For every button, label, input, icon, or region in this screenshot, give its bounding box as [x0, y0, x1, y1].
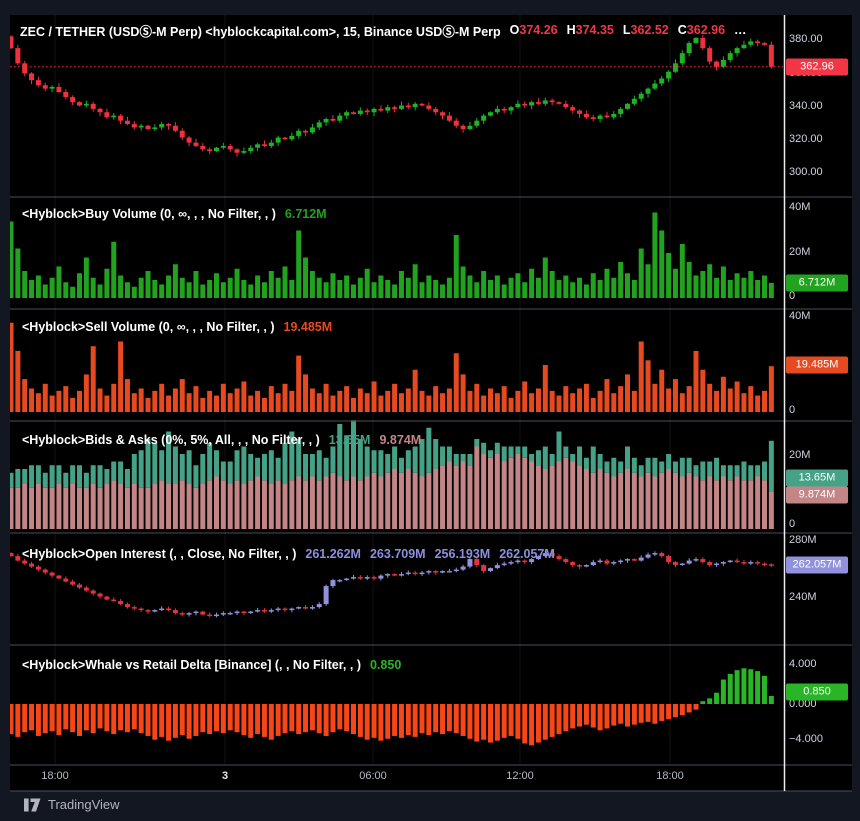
open-interest-legend[interactable]: <Hyblock>Open Interest (, , Close, No Fi…	[22, 546, 555, 562]
axis-label: 0	[789, 404, 795, 416]
frame-left	[0, 0, 10, 821]
asks-badge: 9.874M	[786, 487, 848, 504]
time-axis-label: 3	[222, 770, 228, 782]
oi-value-low: 256.193M	[435, 547, 491, 561]
axis-label: 4.000	[789, 658, 817, 670]
time-axis-label: 12:00	[506, 770, 534, 782]
price-panel-legend[interactable]: ZEC / TETHER (USDⓈ-M Perp) <hyblockcapit…	[20, 22, 747, 38]
time-axis-label: 18:00	[41, 770, 69, 782]
indicator-title: <Hyblock>Bids & Asks (0%, 5%, All, , , N…	[22, 433, 320, 447]
ohlc-close: C362.96	[678, 23, 725, 37]
tradingview-chart: ZEC / TETHER (USDⓈ-M Perp) <hyblockcapit…	[0, 0, 860, 821]
tradingview-attribution[interactable]: TradingView	[24, 797, 120, 812]
axis-label: 300.00	[789, 166, 823, 178]
axis-label: 40M	[789, 310, 810, 322]
axis-label: 340.00	[789, 100, 823, 112]
buy-volume-legend[interactable]: <Hyblock>Buy Volume (0, ∞, , , No Filter…	[22, 206, 327, 222]
ohlc-low: L362.52	[623, 23, 669, 37]
indicator-title: <Hyblock>Whale vs Retail Delta [Binance]…	[22, 658, 361, 672]
axis-label: 0	[789, 290, 795, 302]
axis-label: 40M	[789, 201, 810, 213]
time-axis-label: 18:00	[656, 770, 684, 782]
indicator-value: 19.485M	[284, 320, 333, 334]
tradingview-brand-label: TradingView	[48, 797, 120, 812]
axis-label: 320.00	[789, 133, 823, 145]
axis-label: −4.000	[789, 733, 823, 745]
frame-top	[0, 0, 860, 15]
sell-volume-badge: 19.485M	[786, 357, 848, 374]
frame-right	[853, 0, 860, 821]
axis-label: 380.00	[789, 33, 823, 45]
indicator-title: <Hyblock>Open Interest (, , Close, No Fi…	[22, 547, 296, 561]
sell-volume-legend[interactable]: <Hyblock>Sell Volume (0, ∞, , , No Filte…	[22, 319, 332, 335]
axis-label: 20M	[789, 246, 810, 258]
symbol-title: ZEC / TETHER (USDⓈ-M Perp) <hyblockcapit…	[20, 21, 501, 40]
axis-label: 0	[789, 518, 795, 530]
last-price-badge: 362.96	[786, 59, 848, 76]
ohlc-ellipsis: …	[734, 23, 747, 37]
whale-delta-legend[interactable]: <Hyblock>Whale vs Retail Delta [Binance]…	[22, 657, 401, 673]
indicator-value: 0.850	[370, 658, 401, 672]
bids-value: 13.65M	[329, 433, 371, 447]
asks-value: 9.874M	[379, 433, 421, 447]
axis-label: 240M	[789, 591, 817, 603]
indicator-title: <Hyblock>Buy Volume (0, ∞, , , No Filter…	[22, 207, 276, 221]
open-interest-badge: 262.057M	[786, 557, 848, 574]
oi-value-high: 263.709M	[370, 547, 426, 561]
oi-value-close: 262.057M	[499, 547, 555, 561]
bids-asks-legend[interactable]: <Hyblock>Bids & Asks (0%, 5%, All, , , N…	[22, 432, 421, 448]
whale-delta-badge: 0.850	[786, 684, 848, 701]
ohlc-high: H374.35	[567, 23, 614, 37]
oi-value-open: 261.262M	[305, 547, 361, 561]
bids-badge: 13.65M	[786, 470, 848, 487]
time-axis-label: 06:00	[359, 770, 387, 782]
ohlc-open: O374.26	[510, 23, 558, 37]
chart-plot-canvas[interactable]	[0, 0, 860, 821]
indicator-title: <Hyblock>Sell Volume (0, ∞, , , No Filte…	[22, 320, 275, 334]
axis-label: 280M	[789, 534, 817, 546]
buy-volume-badge: 6.712M	[786, 275, 848, 292]
tradingview-logo-icon	[24, 798, 41, 812]
frame-bottom	[0, 792, 860, 821]
axis-label: 20M	[789, 449, 810, 461]
indicator-value: 6.712M	[285, 207, 327, 221]
